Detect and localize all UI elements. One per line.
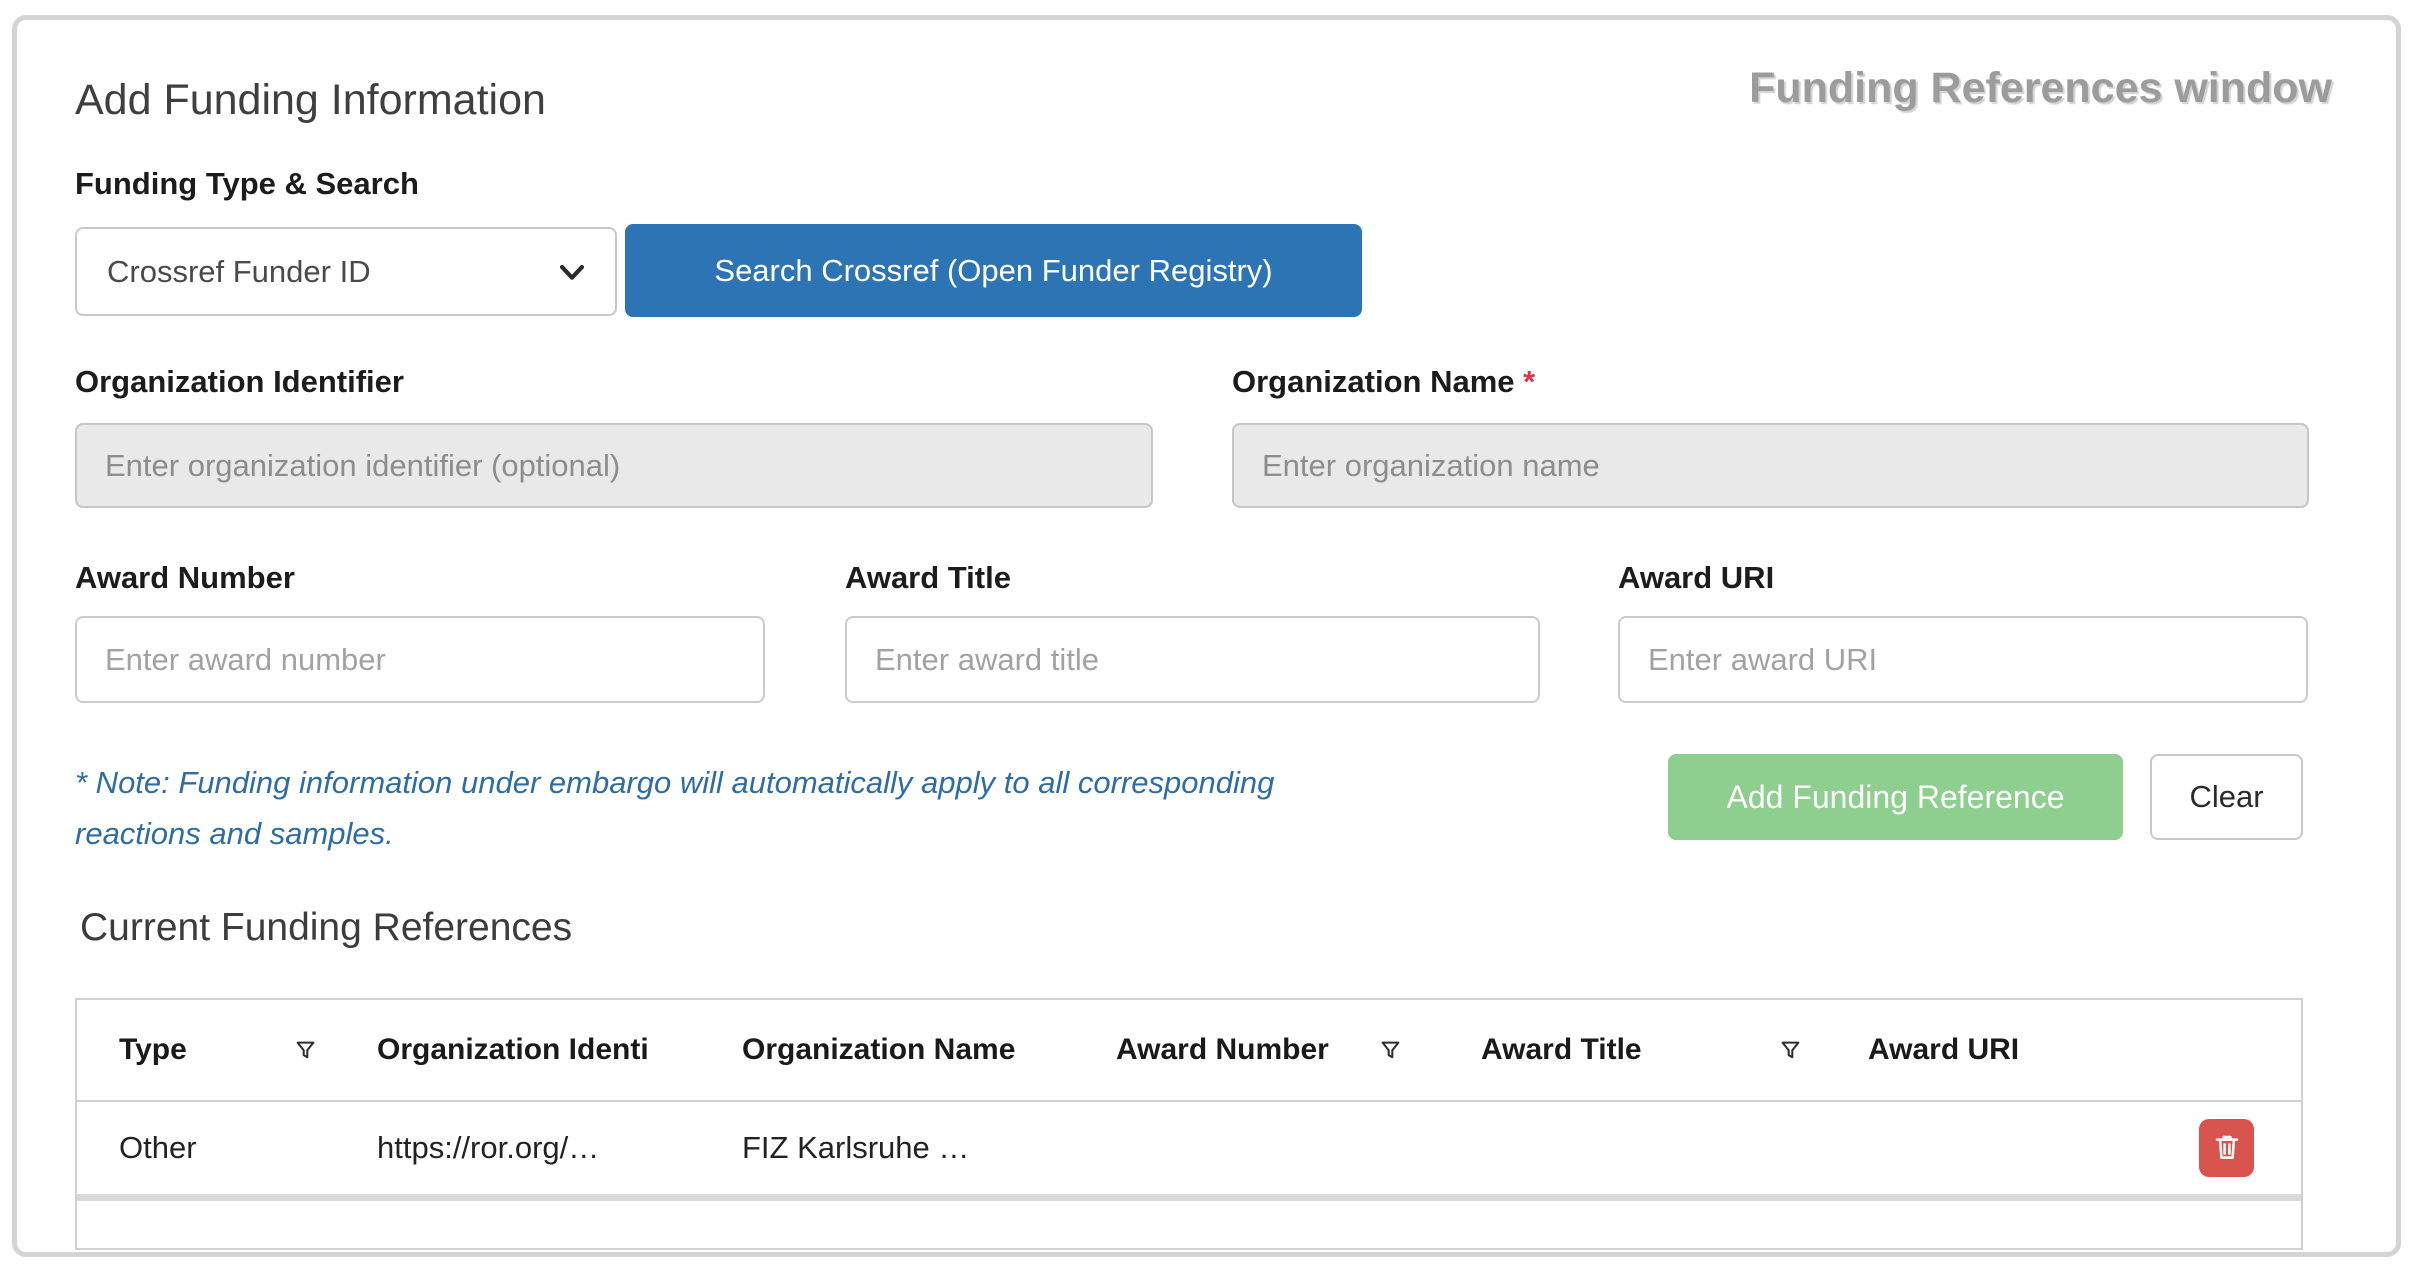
cell-org-identifier: https://ror.org/… — [377, 1102, 742, 1194]
funding-type-select[interactable]: Crossref Funder ID — [75, 227, 617, 316]
funding-references-window: Add Funding Information Funding Referenc… — [12, 15, 2401, 1257]
window-annotation: Funding References window — [1749, 64, 2332, 113]
required-asterisk: * — [1523, 364, 1535, 399]
table-header-row: Type Organization Identi Organization Na… — [77, 1000, 2301, 1102]
cell-award-uri — [1834, 1102, 2098, 1194]
column-header-actions — [2098, 1000, 2299, 1100]
embargo-note: * Note: Funding information under embarg… — [75, 757, 1575, 859]
cell-award-number — [1107, 1102, 1472, 1194]
embargo-note-line1: * Note: Funding information under embarg… — [75, 757, 1575, 808]
column-header-type: Type — [77, 1000, 377, 1100]
funding-type-label: Funding Type & Search — [75, 166, 419, 202]
embargo-note-line2: reactions and samples. — [75, 808, 1575, 859]
table-row: Other https://ror.org/… FIZ Karlsruhe … — [77, 1102, 2301, 1196]
cell-type: Other — [77, 1102, 377, 1194]
column-header-award-title: Award Title — [1472, 1000, 1834, 1100]
page-title: Add Funding Information — [75, 76, 546, 125]
org-name-label: Organization Name * — [1232, 364, 1535, 400]
column-header-award-number: Award Number — [1107, 1000, 1472, 1100]
award-uri-label: Award URI — [1618, 560, 1774, 596]
chevron-down-icon — [555, 255, 589, 289]
filter-icon[interactable] — [292, 1037, 319, 1064]
trash-icon — [2211, 1131, 2243, 1166]
award-title-label: Award Title — [845, 560, 1011, 596]
award-number-input[interactable] — [75, 616, 765, 703]
award-number-label: Award Number — [75, 560, 295, 596]
column-header-award-uri: Award URI — [1834, 1000, 2098, 1100]
table-row-empty — [77, 1196, 2301, 1250]
search-crossref-button[interactable]: Search Crossref (Open Funder Registry) — [625, 224, 1362, 317]
delete-reference-button[interactable] — [2199, 1119, 2254, 1177]
org-name-input — [1232, 423, 2309, 508]
org-identifier-input — [75, 423, 1153, 508]
award-uri-input[interactable] — [1618, 616, 2308, 703]
cell-actions — [2098, 1102, 2299, 1194]
org-identifier-label: Organization Identifier — [75, 364, 404, 400]
column-header-org-identifier: Organization Identi — [377, 1000, 742, 1100]
current-funding-references-heading: Current Funding References — [80, 906, 572, 950]
award-title-input[interactable] — [845, 616, 1540, 703]
funding-type-selected-value: Crossref Funder ID — [107, 254, 371, 290]
cell-award-title — [1472, 1102, 1834, 1194]
add-funding-reference-button[interactable]: Add Funding Reference — [1668, 754, 2123, 840]
cell-org-name: FIZ Karlsruhe … — [742, 1102, 1107, 1194]
column-header-org-name: Organization Name — [742, 1000, 1107, 1100]
funding-references-table: Type Organization Identi Organization Na… — [75, 998, 2303, 1250]
clear-button[interactable]: Clear — [2150, 754, 2303, 840]
filter-icon[interactable] — [1777, 1037, 1804, 1064]
filter-icon[interactable] — [1377, 1037, 1404, 1064]
